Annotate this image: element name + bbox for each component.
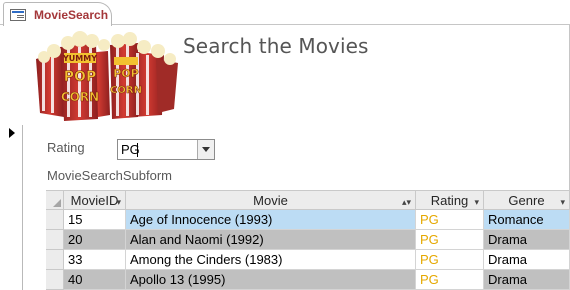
svg-text:CORN: CORN [110,85,142,96]
column-header-movieid[interactable]: MovieID ▾ [64,190,126,210]
column-header-rating[interactable]: Rating ▾ [416,190,484,210]
table-row[interactable]: 15 Age of Innocence (1993) PG Romance [46,210,570,230]
tab-label: MovieSearch [34,8,109,22]
column-header-label: Rating [430,193,469,208]
table-row[interactable]: 33 Among the Cinders (1983) PG Drama [46,250,570,270]
cell-genre[interactable]: Drama [484,250,570,270]
row-selector[interactable] [46,270,64,290]
text-cursor [137,143,138,157]
cell-movie[interactable]: Alan and Naomi (1992) [126,230,416,250]
table-row[interactable]: 20 Alan and Naomi (1992) PG Drama [46,230,570,250]
column-filter-icon[interactable]: ▾ [474,197,479,208]
logo-text-pop: POP [64,69,96,85]
cell-movieid[interactable]: 15 [64,210,126,230]
tab-moviesearch[interactable]: MovieSearch [3,2,112,26]
logo-text-yummy: YUMMY [62,54,97,63]
cell-movieid[interactable]: 20 [64,230,126,250]
select-all-button[interactable] [46,190,64,210]
cell-genre[interactable]: Drama [484,230,570,250]
cell-movieid[interactable]: 40 [64,270,126,290]
column-sort-filter-icon[interactable]: ▴▾ [402,197,411,208]
cell-rating[interactable]: PG [416,250,484,270]
logo-text-corn: CORN [61,90,99,104]
form-icon [10,9,26,21]
record-selector[interactable] [0,125,23,290]
table-row[interactable]: 40 Apollo 13 (1995) PG Drama [46,270,570,290]
cell-movie[interactable]: Among the Cinders (1983) [126,250,416,270]
cell-rating[interactable]: PG [416,230,484,250]
cell-movieid[interactable]: 33 [64,250,126,270]
cell-movie[interactable]: Apollo 13 (1995) [126,270,416,290]
page-title: Search the Movies [183,34,369,58]
column-header-label: Movie [253,193,288,208]
movie-search-subform: MovieID ▾ Movie ▴▾ Rating ▾ Genre ▾ 15 A… [46,190,570,290]
svg-text:POP: POP [113,67,138,80]
cell-genre[interactable]: Romance [484,210,570,230]
row-selector[interactable] [46,230,64,250]
column-header-movie[interactable]: Movie ▴▾ [126,190,416,210]
cell-genre[interactable]: Drama [484,270,570,290]
cell-rating[interactable]: PG [416,270,484,290]
chevron-down-icon[interactable] [197,140,214,159]
column-filter-icon[interactable]: ▾ [116,197,121,208]
cell-movie[interactable]: Age of Innocence (1993) [126,210,416,230]
column-header-genre[interactable]: Genre ▾ [484,190,570,210]
column-header-label: Genre [508,193,545,208]
subform-label: MovieSearchSubform [47,168,172,183]
popcorn-logo: YUMMY POP CORN POP CORN [36,31,178,121]
document-tab-strip: MovieSearch [0,0,570,26]
cell-rating[interactable]: PG [416,210,484,230]
column-filter-icon[interactable]: ▾ [560,197,565,208]
row-selector[interactable] [46,250,64,270]
current-record-arrow-icon [9,128,15,138]
rating-combobox[interactable]: PG [117,139,215,160]
row-selector[interactable] [46,210,64,230]
rating-label: Rating [47,140,85,155]
